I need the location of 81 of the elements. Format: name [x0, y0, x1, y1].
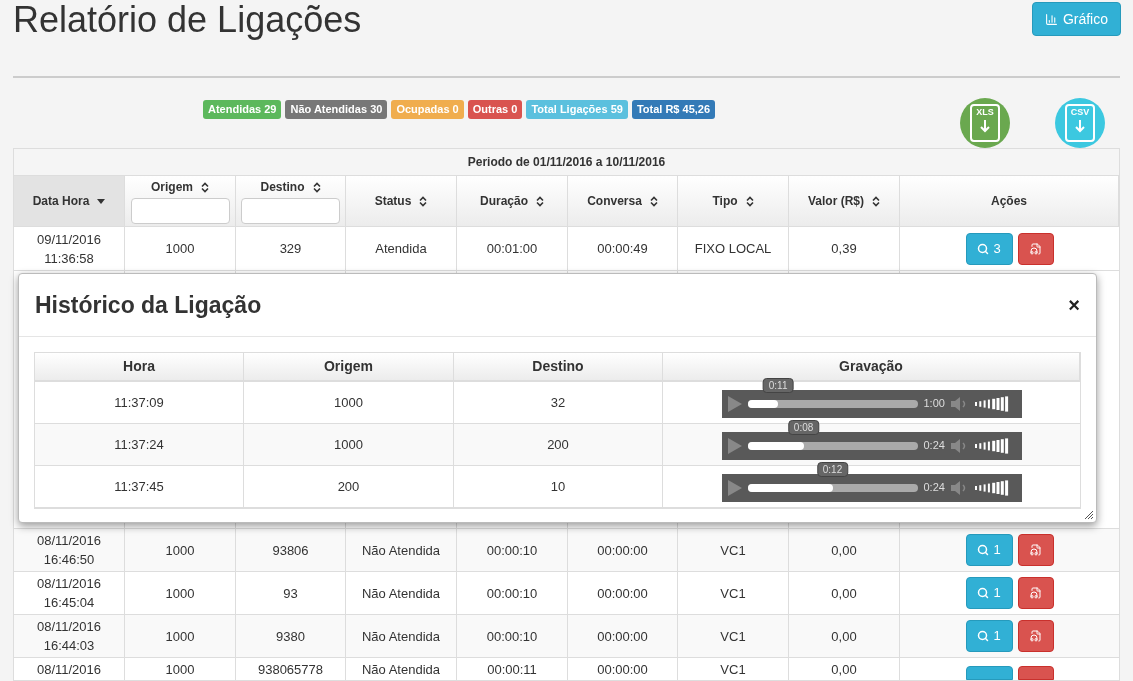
count-badge: Atendidas 29 [203, 100, 282, 119]
column-header[interactable]: Origem [125, 176, 236, 226]
date-time-cell: 09/11/2016 11:36:58 [14, 227, 125, 270]
column-header[interactable]: Data Hora [14, 176, 125, 226]
table-cell: 938065778 [236, 658, 346, 680]
table-cell: Não Atendida [346, 658, 457, 680]
duration-text: 1:00 [923, 396, 945, 412]
table-cell: 32 [454, 382, 663, 423]
table-cell: 11:37:24 [35, 424, 244, 465]
search-icon [977, 242, 990, 255]
volume-level-icon[interactable] [974, 395, 1009, 412]
bar-chart-icon [1044, 12, 1058, 26]
table-cell: 00:00:00 [568, 658, 678, 680]
table-cell: 11:37:45 [35, 466, 244, 507]
table-cell: 1000 [125, 227, 236, 270]
volume-level-icon[interactable] [974, 437, 1009, 454]
history-button[interactable]: 1 [965, 620, 1013, 652]
audio-file-icon [1029, 587, 1042, 599]
history-button[interactable]: 3 [965, 232, 1013, 265]
audio-file-button[interactable] [1017, 577, 1054, 609]
count-badge: Ocupadas 0 [391, 100, 464, 119]
sort-icon [536, 195, 544, 207]
export-icon[interactable]: XLS [960, 98, 1011, 148]
page-title: Relatório de Ligações [13, 0, 362, 40]
audio-file-icon [1029, 544, 1042, 556]
file-type-label: XLS [976, 108, 994, 117]
sort-icon [745, 195, 754, 207]
sort-icon [312, 181, 321, 193]
dialog-title: Histórico da Ligação [35, 290, 262, 320]
sort-icon [201, 181, 209, 193]
count-badge: Outras 0 [467, 100, 523, 119]
sort-icon [872, 195, 880, 207]
period-header: Periodo de 01/11/2016 a 10/11/2016 [14, 149, 1119, 175]
column-header: Hora [35, 353, 244, 380]
table-cell: 1000 [244, 382, 454, 423]
audio-file-button[interactable] [1017, 666, 1054, 680]
filter-field[interactable] [130, 198, 230, 224]
table-cell: 0,00 [789, 658, 900, 680]
table-cell: 10 [454, 466, 663, 507]
chart-button[interactable]: Gráfico [1031, 2, 1121, 36]
resize-handle-icon[interactable] [1085, 511, 1093, 519]
caret-down-icon [97, 198, 106, 204]
table-cell: 11:37:09 [35, 382, 244, 423]
sort-icon [419, 195, 428, 207]
volume-level-icon[interactable] [974, 479, 1009, 496]
close-button[interactable]: × [1068, 295, 1080, 315]
table-cell: 00:01:00 [457, 227, 568, 270]
duration-text: 0:24 [923, 480, 945, 496]
search-icon [977, 630, 990, 642]
history-button[interactable]: 1 [965, 534, 1013, 566]
count-badge: Total Ligações 59 [526, 100, 628, 119]
duration-text: 0:24 [923, 438, 945, 454]
audio-file-icon [1029, 242, 1042, 255]
sort-icon [649, 195, 658, 207]
audio-file-button[interactable] [1017, 534, 1054, 566]
table-cell: VC1 [678, 658, 789, 680]
table-cell: 200 [244, 466, 454, 507]
table-cell: 200 [454, 424, 663, 465]
file-type-label: CSV [1070, 108, 1090, 117]
table-cell: FIXO LOCAL [678, 227, 789, 270]
column-header: Origem [244, 353, 454, 380]
audio-file-button[interactable] [1017, 620, 1054, 652]
filter-field[interactable] [241, 198, 340, 224]
column-header: Destino [454, 353, 663, 380]
table-cell: Atendida [346, 227, 457, 270]
table-cell: 00:00:11 [457, 658, 568, 680]
count-badge: Total R$ 45,26 [631, 100, 716, 119]
table-cell: 1000 [244, 424, 454, 465]
search-icon [977, 544, 990, 556]
table-cell: 0,39 [789, 227, 900, 270]
table-cell: 00:00:49 [568, 227, 678, 270]
count-badge: Não Atendidas 30 [285, 100, 388, 119]
search-icon [977, 587, 990, 599]
audio-file-icon [1029, 630, 1042, 642]
table-cell: 1000 [125, 658, 236, 680]
history-button[interactable] [965, 666, 1013, 680]
history-button[interactable]: 1 [965, 577, 1013, 609]
column-header[interactable]: Destino [236, 176, 346, 226]
table-cell: 329 [236, 227, 346, 270]
date-time-cell: 08/11/2016 [14, 658, 125, 680]
audio-file-button[interactable] [1017, 232, 1054, 265]
